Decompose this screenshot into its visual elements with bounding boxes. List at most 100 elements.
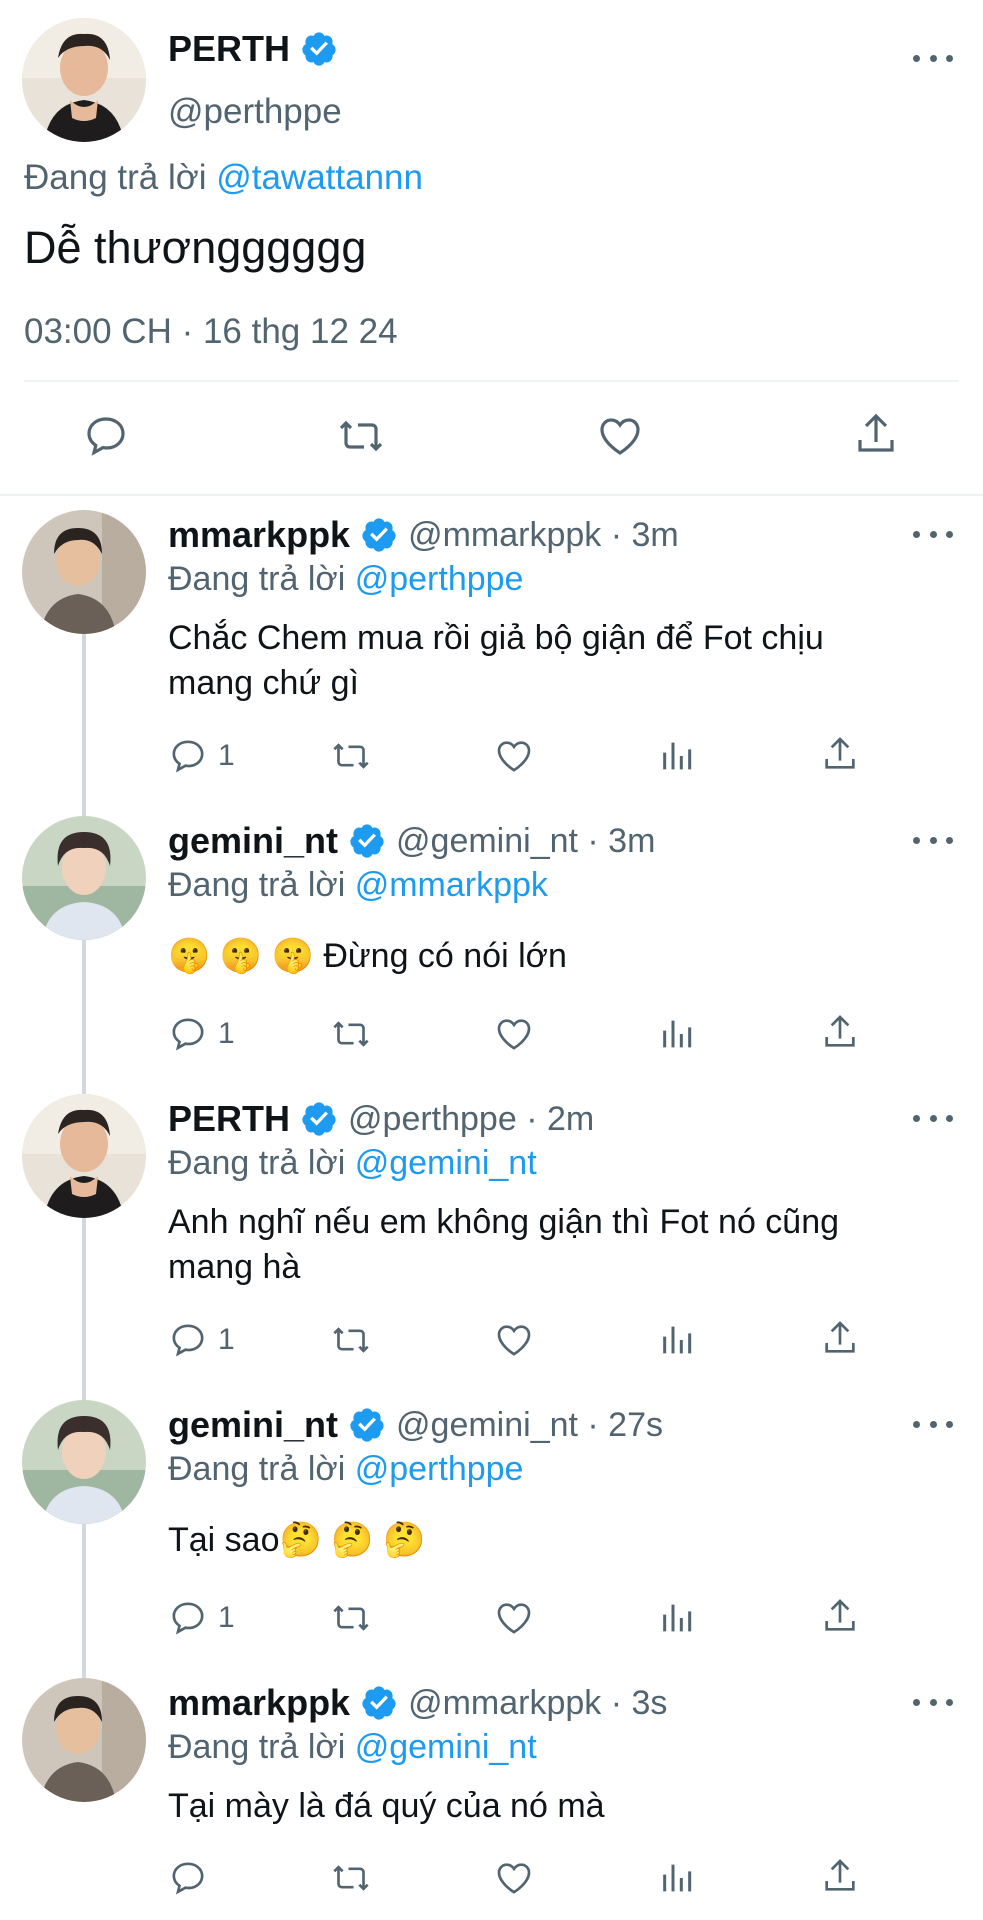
replying-to-link[interactable]: @perthppe bbox=[355, 560, 524, 598]
retweet-icon bbox=[333, 1865, 369, 1891]
like-button[interactable] bbox=[596, 412, 644, 460]
views-icon bbox=[663, 1864, 692, 1892]
author-name[interactable]: mmarkppk bbox=[168, 514, 350, 556]
reply-button[interactable]: 1 bbox=[168, 1014, 235, 1054]
views-button[interactable] bbox=[658, 1014, 698, 1054]
more-icon[interactable] bbox=[913, 524, 953, 544]
avatar[interactable] bbox=[22, 510, 146, 634]
tweet-timestamp[interactable]: 03:00 CH · 16 thg 12 24 bbox=[24, 312, 398, 352]
views-icon bbox=[663, 742, 692, 770]
thread-line bbox=[82, 1524, 86, 1678]
tweet-text: Dễ thươngggggg bbox=[24, 222, 367, 273]
share-button[interactable] bbox=[852, 410, 900, 458]
replying-to-link[interactable]: @mmarkppk bbox=[355, 866, 548, 904]
reply-button[interactable]: 1 bbox=[168, 1320, 235, 1360]
reply-text: Tại sao🤔 🤔 🤔 bbox=[168, 1518, 948, 1563]
replying-to-link[interactable]: @gemini_nt bbox=[355, 1144, 537, 1182]
like-button[interactable] bbox=[494, 736, 534, 776]
retweet-icon bbox=[333, 1327, 369, 1353]
thread-line bbox=[82, 940, 86, 1094]
retweet-icon bbox=[333, 743, 369, 769]
verified-icon bbox=[302, 1102, 336, 1136]
retweet-button[interactable] bbox=[330, 1858, 372, 1898]
verified-icon bbox=[302, 32, 336, 66]
retweet-button[interactable] bbox=[330, 736, 372, 776]
avatar[interactable] bbox=[22, 816, 146, 940]
verified-icon bbox=[350, 1408, 384, 1442]
like-button[interactable] bbox=[494, 1858, 534, 1898]
author-handle[interactable]: @mmarkppk · 3s bbox=[408, 1684, 667, 1723]
author-handle[interactable]: @perthppe bbox=[168, 92, 342, 132]
author-handle[interactable]: @mmarkppk · 3m bbox=[408, 516, 679, 555]
reply-count: 1 bbox=[218, 1017, 235, 1050]
like-icon bbox=[497, 1019, 531, 1050]
reply-text-line: mang chứ gì bbox=[168, 664, 359, 702]
share-icon bbox=[825, 1015, 855, 1047]
avatar[interactable] bbox=[22, 1400, 146, 1524]
author-name[interactable]: PERTH bbox=[168, 28, 290, 70]
share-button[interactable] bbox=[820, 1856, 860, 1896]
share-button[interactable] bbox=[820, 1012, 860, 1052]
replying-to-link[interactable]: @gemini_nt bbox=[355, 1728, 537, 1766]
reply-count: 1 bbox=[218, 1601, 235, 1634]
retweet-button[interactable] bbox=[330, 1598, 372, 1638]
views-button[interactable] bbox=[658, 736, 698, 776]
retweet-button[interactable] bbox=[336, 412, 386, 460]
like-button[interactable] bbox=[494, 1320, 534, 1360]
author-name[interactable]: gemini_nt bbox=[168, 1404, 338, 1446]
views-button[interactable] bbox=[658, 1598, 698, 1638]
like-button[interactable] bbox=[494, 1014, 534, 1054]
avatar[interactable] bbox=[22, 18, 146, 142]
replying-to: Đang trả lời @gemini_nt bbox=[168, 1144, 537, 1183]
reply-text-line: Tại mày là đá quý của nó mà bbox=[168, 1787, 605, 1825]
share-icon bbox=[858, 413, 894, 452]
reply-text-line: Chắc Chem mua rồi giả bộ giận để Fot chị… bbox=[168, 619, 824, 657]
share-button[interactable] bbox=[820, 1318, 860, 1358]
views-button[interactable] bbox=[658, 1858, 698, 1898]
replying-to: Đang trả lời @mmarkppk bbox=[168, 866, 548, 905]
reply-icon bbox=[172, 740, 204, 773]
thread-line bbox=[82, 1218, 86, 1402]
reply-button[interactable] bbox=[82, 412, 130, 460]
reply-button[interactable] bbox=[168, 1858, 208, 1898]
more-icon[interactable] bbox=[913, 830, 953, 850]
retweet-icon bbox=[339, 420, 383, 452]
share-icon bbox=[825, 1859, 855, 1891]
more-icon[interactable] bbox=[913, 48, 953, 68]
views-icon bbox=[663, 1020, 692, 1048]
more-icon[interactable] bbox=[913, 1692, 953, 1712]
author-name[interactable]: PERTH bbox=[168, 1098, 290, 1140]
retweet-button[interactable] bbox=[330, 1014, 372, 1054]
share-button[interactable] bbox=[820, 1596, 860, 1636]
reply-count: 1 bbox=[218, 1323, 235, 1356]
share-icon bbox=[825, 737, 855, 769]
verified-icon bbox=[362, 1686, 396, 1720]
like-button[interactable] bbox=[494, 1598, 534, 1638]
replying-to-link[interactable]: @tawattannn bbox=[216, 158, 423, 197]
reply-text: Chắc Chem mua rồi giả bộ giận để Fot chị… bbox=[168, 616, 948, 706]
replying-prefix: Đang trả lời bbox=[24, 158, 207, 197]
like-icon bbox=[497, 1863, 531, 1894]
author-handle[interactable]: @gemini_nt · 3m bbox=[396, 822, 655, 861]
more-icon[interactable] bbox=[913, 1108, 953, 1128]
avatar[interactable] bbox=[22, 1678, 146, 1802]
replying-prefix: Đang trả lời bbox=[168, 1144, 346, 1182]
share-icon bbox=[825, 1321, 855, 1353]
reply-button[interactable]: 1 bbox=[168, 736, 235, 776]
replying-to-link[interactable]: @perthppe bbox=[355, 1450, 524, 1488]
author-name[interactable]: gemini_nt bbox=[168, 820, 338, 862]
avatar[interactable] bbox=[22, 1094, 146, 1218]
thread-line bbox=[82, 634, 86, 818]
reply-icon bbox=[172, 1018, 204, 1051]
share-button[interactable] bbox=[820, 734, 860, 774]
more-icon[interactable] bbox=[913, 1414, 953, 1434]
reply-count: 1 bbox=[218, 739, 235, 772]
replying-prefix: Đang trả lời bbox=[168, 1728, 346, 1766]
reply-text-line: mang hà bbox=[168, 1248, 301, 1286]
author-handle[interactable]: @gemini_nt · 27s bbox=[396, 1406, 663, 1445]
retweet-button[interactable] bbox=[330, 1320, 372, 1360]
views-button[interactable] bbox=[658, 1320, 698, 1360]
author-handle[interactable]: @perthppe · 2m bbox=[348, 1100, 594, 1139]
reply-button[interactable]: 1 bbox=[168, 1598, 235, 1638]
author-name[interactable]: mmarkppk bbox=[168, 1682, 350, 1724]
